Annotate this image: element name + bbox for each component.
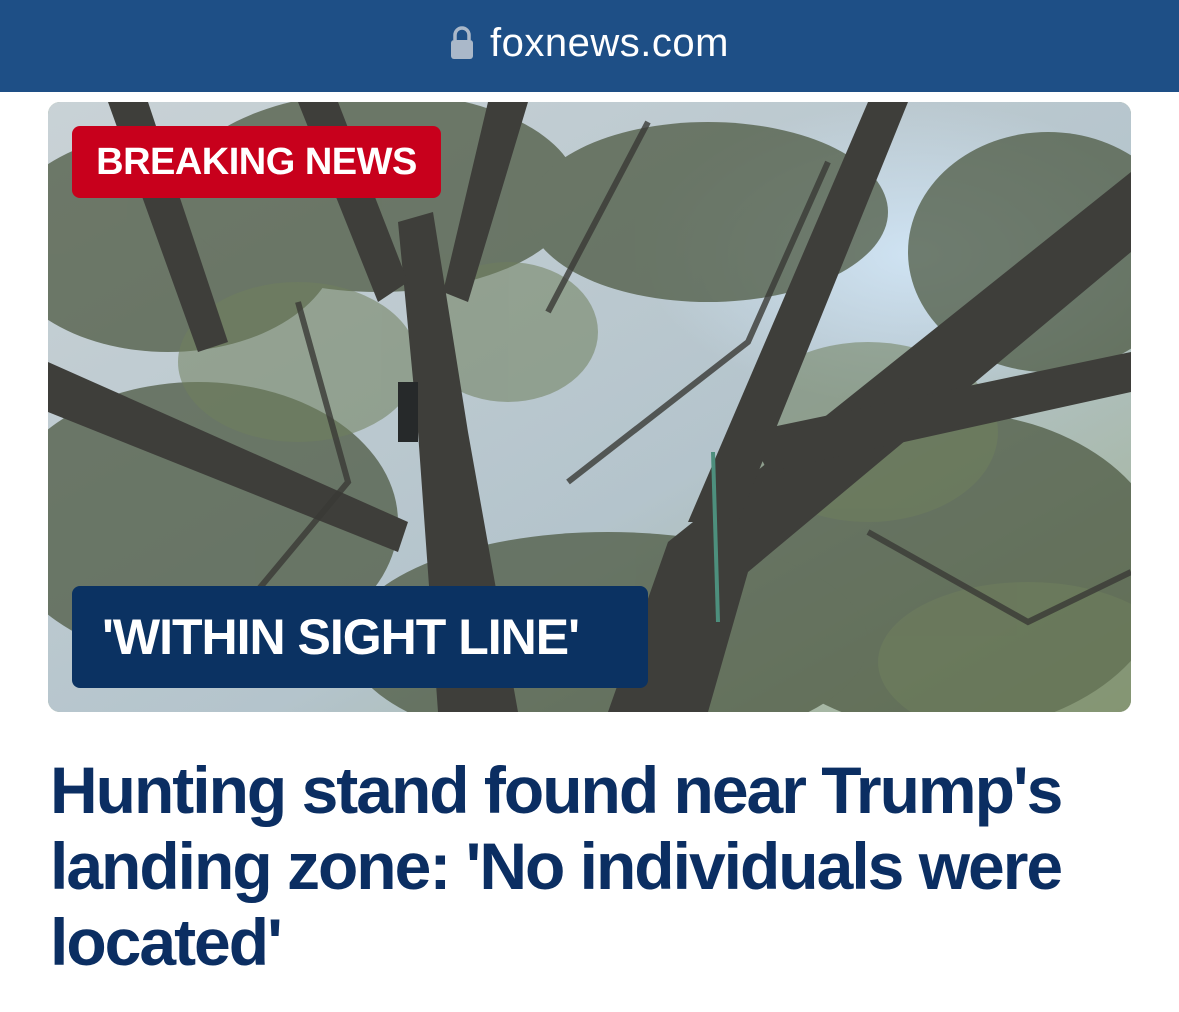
breaking-news-badge: BREAKING NEWS [72,126,441,198]
lock-icon [451,26,474,59]
url-text: foxnews.com [490,20,729,65]
caption-badge: 'WITHIN SIGHT LINE' [72,586,648,688]
browser-url-bar[interactable]: foxnews.com [0,0,1179,92]
hero-image[interactable]: BREAKING NEWS 'WITHIN SIGHT LINE' [48,102,1131,712]
article-headline[interactable]: Hunting stand found near Trump's landing… [50,752,1140,980]
url-display[interactable]: foxnews.com [450,21,729,66]
